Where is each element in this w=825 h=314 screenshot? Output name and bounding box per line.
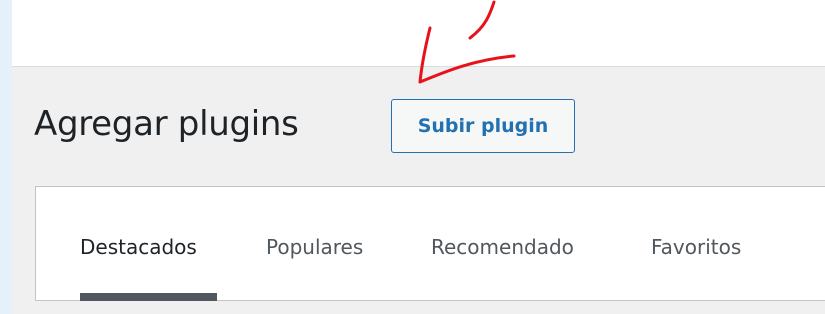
- tab-populares[interactable]: Populares: [266, 235, 363, 259]
- left-background-strip: [0, 0, 12, 314]
- upload-plugin-button[interactable]: Subir plugin: [391, 99, 575, 153]
- annotation-stroke-1: [468, 0, 496, 40]
- page-title: Agregar plugins: [34, 104, 299, 144]
- red-arrow-annotation-icon: [418, 0, 516, 84]
- plugin-filter-bar: Destacados Populares Recomendado Favorit…: [35, 186, 825, 301]
- tab-recomendado[interactable]: Recomendado: [431, 235, 574, 259]
- current-tab-indicator: [80, 293, 217, 301]
- annotation-stroke-2: [418, 26, 516, 84]
- tab-destacados[interactable]: Destacados: [80, 235, 197, 259]
- tab-favoritos[interactable]: Favoritos: [651, 235, 741, 259]
- screenshot-frame: Agregar plugins Subir plugin Destacados …: [0, 0, 825, 314]
